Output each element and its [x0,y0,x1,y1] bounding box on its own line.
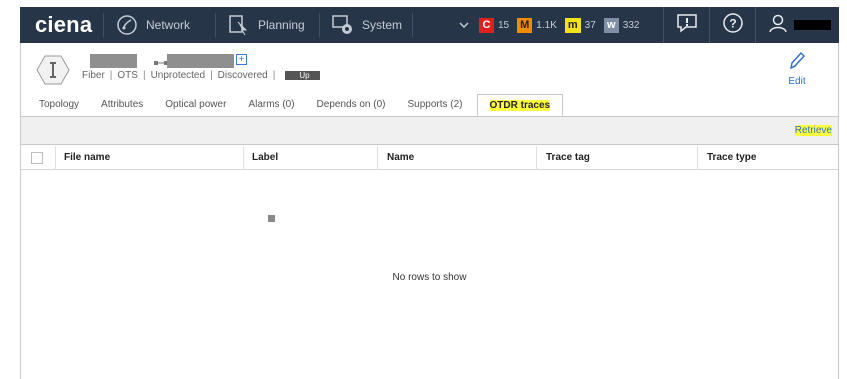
column-trace-tag[interactable]: Trace tag [546,146,590,170]
user-icon [768,13,788,38]
alarm-minor-badge[interactable]: m [564,17,581,33]
grid-toolbar: Retrieve [21,116,838,145]
network-globe-icon [116,14,138,36]
column-name[interactable]: Name [387,146,414,170]
fiber-object-icon [36,55,70,85]
svg-text:?: ? [729,16,736,30]
nav-network[interactable]: Network [104,7,215,43]
column-divider [697,146,698,170]
notifications-button[interactable] [663,7,709,43]
divider [412,13,413,37]
status-badge: Up [285,71,320,80]
expand-icon[interactable]: + [236,54,247,65]
column-divider [536,146,537,170]
object-meta: Fiber | OTS | Unprotected | Discovered |… [82,70,320,81]
meta-protection: Unprotected [150,70,206,81]
tab-optical-power[interactable]: Optical power [165,94,226,116]
tab-otdr-traces-label: OTDR traces [489,100,551,111]
message-alert-icon [676,13,698,38]
tab-otdr-traces[interactable]: OTDR traces [476,94,564,116]
column-file-name[interactable]: File name [64,146,110,170]
chevron-down-icon [459,16,469,34]
help-icon: ? [722,12,744,39]
meta-type: Fiber [82,70,105,81]
tab-attributes[interactable]: Attributes [101,94,143,116]
planning-icon [228,14,250,36]
column-trace-type[interactable]: Trace type [707,146,756,170]
separator: | [272,70,276,81]
select-all-checkbox[interactable] [31,152,43,164]
tab-supports[interactable]: Supports (2) [407,94,462,116]
tab-depends-on[interactable]: Depends on (0) [317,94,386,116]
user-menu[interactable] [755,7,839,43]
nav-planning-label: Planning [258,18,305,32]
alarm-critical-badge[interactable]: C [479,17,494,33]
top-navigation-bar: ciena Network Planning System C 15 M 1.1… [20,7,839,43]
retrieve-button[interactable]: Retrieve [794,125,832,136]
separator: | [142,70,146,81]
alarm-major-count: 1.1K [536,19,557,31]
tab-topology[interactable]: Topology [39,94,79,116]
system-gear-icon [332,14,354,36]
column-divider [55,146,56,170]
username-redacted [794,20,831,30]
link-icon [154,59,168,69]
help-button[interactable]: ? [709,7,755,43]
alarm-minor-count: 37 [584,19,596,31]
alarm-warning-badge[interactable]: w [603,17,619,33]
ciena-logo[interactable]: ciena [20,12,103,38]
endpoint-b-redacted [167,54,234,68]
column-label[interactable]: Label [252,146,278,170]
meta-state: Discovered [217,70,268,81]
grid-header: File name Label Name Trace tag Trace typ… [21,146,838,170]
nav-network-label: Network [146,18,191,32]
tab-bar: Topology Attributes Optical power Alarms… [39,94,585,116]
nav-system[interactable]: System [320,7,412,43]
tab-alarms[interactable]: Alarms (0) [248,94,294,116]
column-divider [377,146,378,170]
column-divider [243,146,244,170]
loading-indicator [268,215,275,222]
alarm-dropdown[interactable] [457,16,471,34]
separator: | [210,70,213,81]
pencil-icon [782,51,812,74]
topbar-right-actions: ? [663,7,839,43]
alarm-critical-count: 15 [498,19,510,31]
nav-planning[interactable]: Planning [216,7,319,43]
edit-label: Edit [788,76,806,87]
details-panel: + Fiber | OTS | Unprotected | Discovered… [20,43,839,379]
alarm-warning-count: 332 [622,19,640,31]
endpoint-a-redacted [90,54,137,68]
edit-button[interactable]: Edit [782,51,812,87]
empty-grid-message: No rows to show [392,272,467,283]
meta-layer: OTS [117,70,138,81]
nav-system-label: System [362,18,403,32]
separator: | [109,70,113,81]
alarm-major-badge[interactable]: M [517,17,533,33]
